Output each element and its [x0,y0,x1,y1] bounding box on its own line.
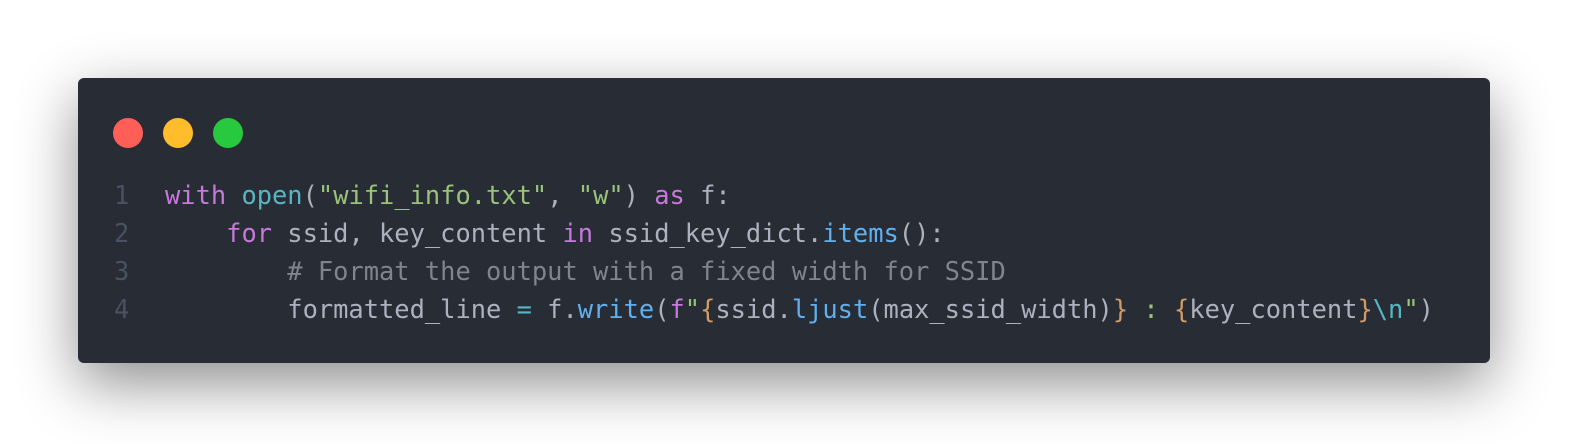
code-token-brace: { [700,294,716,324]
code-token-esc: \n [1372,294,1404,324]
code-token-kw: with [165,180,227,210]
code-window: 1 with open("wifi_info.txt", "w") as f: 2 … [78,78,1490,363]
code-token-builtin: open [241,180,303,210]
line-number: 1 [114,180,130,210]
code-token-plain: (): [898,218,945,248]
code-token-plain: ) [1418,294,1434,324]
code-token-kw: as [654,180,685,210]
code-token-brace: } [1112,294,1129,324]
code-token-plain: , [547,180,578,210]
code-text: # Format the output with a fixed width f… [165,252,1006,290]
code-token-plain: ( [654,294,670,324]
maximize-button[interactable] [213,118,243,148]
code-token-plain: (max_ssid_width) [868,294,1113,324]
code-token-plain: ( [302,180,318,210]
minimize-button[interactable] [163,118,193,148]
code-token-plain: ssid. [715,294,792,324]
code-token-plain: ) [623,180,655,210]
code-token-brace: } [1357,294,1373,324]
code-token-func: ljust [791,294,869,324]
code-token-plain: formatted_line [165,294,517,324]
code-text: for ssid, key_content in ssid_key_dict.i… [165,214,945,252]
code-line: 2 for ssid, key_content in ssid_key_dict… [78,214,1434,252]
code-token-str: " [1403,294,1419,324]
code-token-plain: f: [684,180,731,210]
code-token-plain: key_content [1189,294,1358,324]
code-token-str: " [684,294,701,324]
code-token-kw: f [669,294,685,324]
code-text: with open("wifi_info.txt", "w") as f: [165,176,731,214]
code-token-op: = [516,294,532,324]
code-text: formatted_line = f.write(f"{ssid.ljust(m… [165,290,1434,328]
code-token-str: "w" [577,180,624,210]
code-token-kw: for [226,218,273,248]
code-token-func: items [822,218,899,248]
code-token-comment: # Format the output with a fixed width f… [287,256,1006,286]
code-token-brace: { [1174,294,1190,324]
code-token-plain: ssid, key_content [272,218,563,248]
code-line: 1 with open("wifi_info.txt", "w") as f: [78,176,1434,214]
code-token-func: write [577,294,655,324]
code-line: 4 formatted_line = f.write(f"{ssid.ljust… [78,290,1434,328]
code-block: 1 with open("wifi_info.txt", "w") as f: 2 … [78,176,1434,328]
code-token-kw: in [562,218,594,248]
line-number: 4 [114,294,130,324]
code-token-plain: f. [531,294,578,324]
code-token-str: : [1128,294,1174,324]
code-token-plain: ssid_key_dict. [593,218,823,248]
close-button[interactable] [113,118,143,148]
line-number: 3 [114,256,130,286]
code-token-str: "wifi_info.txt" [317,180,548,210]
code-line: 3 # Format the output with a fixed width… [78,252,1434,290]
line-number: 2 [114,218,130,248]
